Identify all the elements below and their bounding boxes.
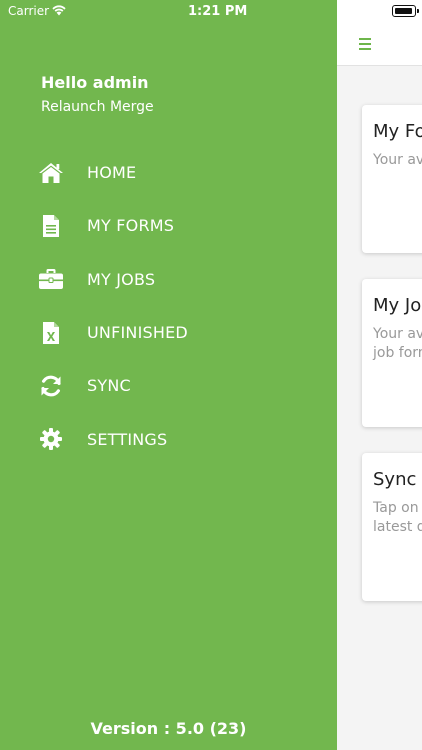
nav-item-home[interactable]: HOME [0, 146, 337, 199]
card-title: Sync [373, 469, 417, 490]
app-version: Version : 5.0 (23) [90, 719, 247, 738]
nav-item-sync[interactable]: SYNC [0, 359, 337, 412]
card-description: Your av [373, 152, 422, 168]
nav-item-unfinished[interactable]: UNFINISHED [0, 306, 337, 359]
nav-item-my-forms[interactable]: MY FORMS [0, 199, 337, 252]
nav-item-label: HOME [87, 163, 137, 183]
gear-icon [38, 426, 64, 452]
carrier-label: Carrier [8, 4, 50, 18]
nav-item-label: SYNC [87, 376, 131, 396]
card-description: Your av job forn [373, 326, 422, 361]
wifi-icon [51, 4, 67, 19]
nav-item-label: MY FORMS [87, 216, 175, 236]
navigation-drawer: Carrier 1:21 PM Hello admin Relaunch Mer… [0, 0, 337, 750]
home-icon [38, 160, 64, 186]
user-greeting: Hello admin [41, 73, 149, 92]
document-icon [38, 213, 64, 239]
card-my-forms[interactable]: My Fo Your av [362, 105, 422, 253]
card-title: My Jol [373, 295, 422, 316]
sync-icon [38, 373, 64, 399]
excel-file-icon [38, 320, 64, 346]
briefcase-icon [38, 266, 64, 292]
status-bar: Carrier 1:21 PM [0, 0, 337, 22]
nav-item-settings[interactable]: SETTINGS [0, 412, 337, 465]
nav-item-label: SETTINGS [87, 429, 168, 449]
battery-icon [392, 5, 419, 17]
card-description: Tap on latest d [373, 500, 422, 535]
account-subtitle: Relaunch Merge [41, 99, 154, 115]
drawer-nav: HOME MY FORMS MY JOBS UNFINISHED SYNC SE… [0, 146, 337, 466]
card-sync[interactable]: Sync Tap on latest d [362, 453, 422, 601]
hamburger-menu-icon[interactable] [359, 38, 371, 50]
card-my-jobs[interactable]: My Jol Your av job forn [362, 279, 422, 427]
nav-item-my-jobs[interactable]: MY JOBS [0, 253, 337, 306]
nav-item-label: UNFINISHED [87, 323, 188, 343]
clock: 1:21 PM [188, 4, 248, 19]
card-title: My Fo [373, 121, 422, 142]
nav-item-label: MY JOBS [87, 269, 156, 289]
